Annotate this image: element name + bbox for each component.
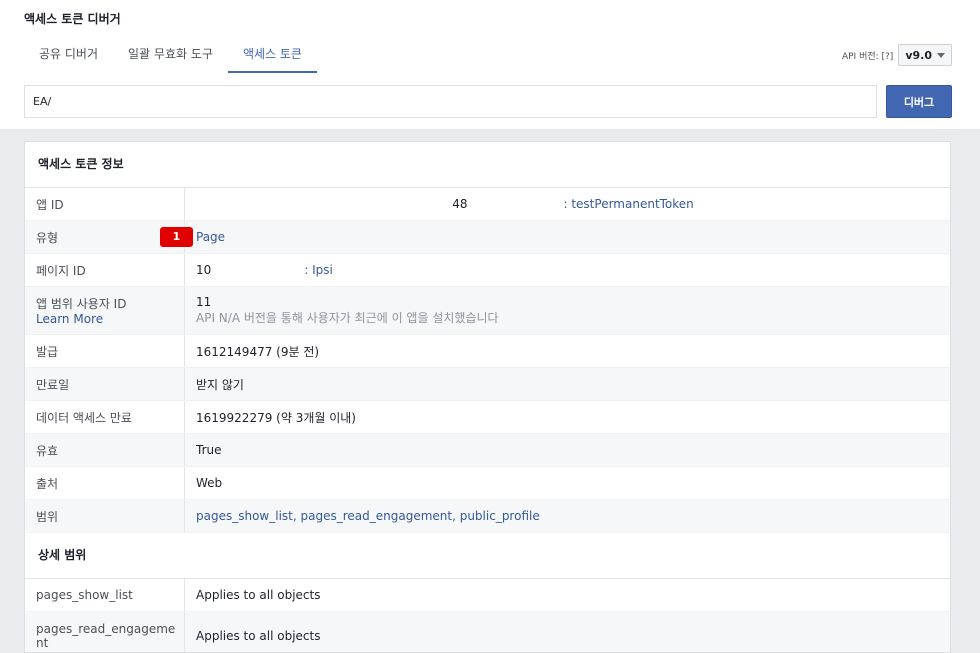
row-expires: 만료일 받지 않기 <box>25 368 950 401</box>
app-scoped-user-note: API N/A 버전을 통해 사용자가 최근에 이 앱을 설치했습니다 <box>196 311 499 325</box>
app-scoped-user-label: 앱 범위 사용자 ID <box>36 297 127 311</box>
app-id-value: 48 <box>452 197 468 211</box>
scopes-value: pages_show_list, pages_read_engagement, … <box>196 509 540 523</box>
row-issued: 발급 1612149477 (9분 전) <box>25 335 950 368</box>
tab-access-token[interactable]: 액세스 토큰 <box>227 40 317 73</box>
granular-scope-name: pages_read_engageme nt <box>25 612 185 652</box>
issued-value: 1612149477 (9분 전) <box>196 344 320 359</box>
granular-scope-target: Applies to all objects <box>196 588 321 602</box>
access-token-input[interactable] <box>24 85 877 118</box>
origin-label: 출처 <box>25 467 185 499</box>
page-id-value-cell: 10 : Ipsi <box>185 254 950 286</box>
token-info-panel: 액세스 토큰 정보 앱 ID 48 : testPermanentToken 유… <box>24 141 951 653</box>
valid-label: 유효 <box>25 434 185 466</box>
granular-scope-target: Applies to all objects <box>196 628 321 643</box>
type-value: Page <box>196 230 226 244</box>
page-title: 액세스 토큰 디버거 <box>24 12 121 26</box>
api-version: API 버전: [?] v9.0 <box>842 44 952 66</box>
app-scoped-user-value-cell: 11 API N/A 버전을 통해 사용자가 최근에 이 앱을 설치했습니다 <box>185 287 950 334</box>
learn-more-link[interactable]: Learn More <box>36 312 184 326</box>
app-scoped-user-value: 11 <box>196 295 212 309</box>
valid-value: True <box>196 443 222 457</box>
origin-value: Web <box>196 476 223 490</box>
granular-scope-row: pages_show_list Applies to all objects <box>25 579 950 612</box>
granular-scopes-heading: 상세 범위 <box>25 533 950 579</box>
row-data-access-expires: 데이터 액세스 만료 1619922279 (약 3개월 이내) <box>25 401 950 434</box>
api-version-label: API 버전: [?] <box>841 51 894 62</box>
chevron-down-icon <box>937 52 945 58</box>
issued-label: 발급 <box>25 335 185 367</box>
row-valid: 유효 True <box>25 434 950 467</box>
page-id-value: 10 <box>196 263 212 277</box>
api-version-select[interactable]: v9.0 <box>898 44 952 66</box>
tab-batch-invalidator[interactable]: 일괄 무효화 도구 <box>113 40 228 73</box>
granular-scope-name: pages_show_list <box>25 579 185 611</box>
app-id-value-cell: 48 : testPermanentToken <box>185 188 950 220</box>
token-info-heading: 액세스 토큰 정보 <box>25 142 950 188</box>
row-app-scoped-user: 앱 범위 사용자 ID Learn More 11 API N/A 버전을 통해… <box>25 287 950 335</box>
granular-scope-row: pages_read_engageme nt Applies to all ob… <box>25 612 950 652</box>
tab-sharing-debugger[interactable]: 공유 디버거 <box>24 40 113 73</box>
api-version-value: v9.0 <box>905 48 932 62</box>
page-id-label: 페이지 ID <box>25 254 185 286</box>
page-name-link[interactable]: : Ipsi <box>304 263 333 277</box>
row-origin: 출처 Web <box>25 467 950 500</box>
tab-bar: 공유 디버거 일괄 무효화 도구 액세스 토큰 <box>24 40 317 73</box>
expires-label: 만료일 <box>25 368 185 400</box>
row-app-id: 앱 ID 48 : testPermanentToken <box>25 188 950 221</box>
app-name-link[interactable]: : testPermanentToken <box>563 197 693 211</box>
annotation-badge: 1 <box>160 227 193 247</box>
scopes-value-cell: pages_show_list, pages_read_engagement, … <box>185 500 950 532</box>
app-scoped-user-label-cell: 앱 범위 사용자 ID Learn More <box>25 287 185 334</box>
type-value-cell: Page <box>185 221 950 253</box>
expires-value: 받지 않기 <box>196 377 244 392</box>
data-access-expires-label: 데이터 액세스 만료 <box>25 401 185 433</box>
app-id-label: 앱 ID <box>25 188 185 220</box>
data-access-expires-value: 1619922279 (약 3개월 이내) <box>196 410 356 425</box>
scopes-label: 범위 <box>25 500 185 532</box>
debug-button[interactable]: 디버그 <box>886 85 952 118</box>
row-scopes: 범위 pages_show_list, pages_read_engagemen… <box>25 500 950 533</box>
row-page-id: 페이지 ID 10 : Ipsi <box>25 254 950 287</box>
